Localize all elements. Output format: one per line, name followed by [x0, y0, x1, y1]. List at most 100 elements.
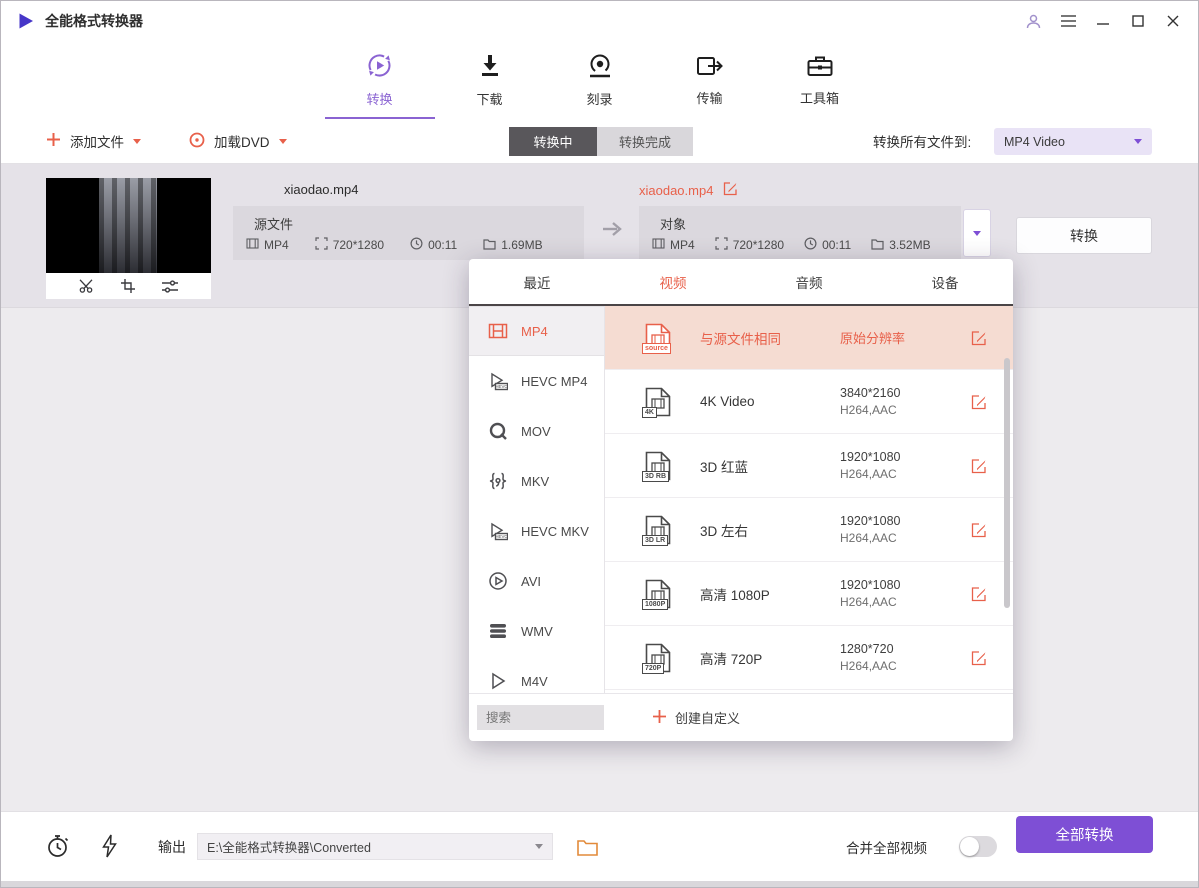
format-film-icon [246, 237, 259, 253]
main-area: xiaodao.mp4 源文件 MP4 720*1280 00:11 1.69M… [1, 164, 1198, 811]
convert-icon [366, 52, 393, 82]
edit-preset-icon[interactable] [971, 650, 987, 666]
filesize-folder-icon [871, 238, 884, 253]
format-list: MP4 HEVC HEVC MP4 MOV MKV [469, 306, 605, 693]
popup-tab-device[interactable]: 设备 [877, 259, 1013, 304]
format-item-mp4[interactable]: MP4 [469, 306, 604, 356]
open-folder-button[interactable] [577, 839, 598, 856]
chevron-down-icon [1134, 139, 1142, 144]
target-format: MP4 [670, 238, 695, 252]
toolbar: 添加文件 加载DVD 转换中 转换完成 转换所有文件到: MP4 Video [1, 119, 1198, 164]
create-custom-button[interactable]: 创建自定义 [653, 694, 740, 741]
format-item-mov[interactable]: MOV [469, 406, 604, 456]
close-button[interactable] [1164, 12, 1182, 30]
nav-tab-toolbox[interactable]: 工具箱 [765, 41, 875, 119]
nav-tab-burn[interactable]: 刻录 [545, 41, 655, 119]
tab-converting[interactable]: 转换中 [509, 127, 597, 156]
nav-label: 工具箱 [800, 88, 839, 107]
preset-row-3d-anaglyph[interactable]: 3D RB 3D 红蓝 1920*1080 H264,AAC [605, 434, 1013, 498]
target-resolution: 720*1280 [733, 238, 784, 252]
merge-toggle[interactable] [959, 836, 997, 857]
tab-converted[interactable]: 转换完成 [597, 127, 693, 156]
format-badge: 4K [642, 407, 657, 418]
format-item-hevc-mp4[interactable]: HEVC HEVC MP4 [469, 356, 604, 406]
nav-tab-download[interactable]: 下载 [435, 41, 545, 119]
rename-edit-icon[interactable] [723, 181, 738, 199]
load-dvd-button[interactable]: 加载DVD [189, 119, 287, 163]
edit-preset-icon[interactable] [971, 586, 987, 602]
popup-tab-recent[interactable]: 最近 [469, 259, 605, 304]
preset-row-hd-720p[interactable]: 720P 高清 720P 1280*720 H264,AAC [605, 626, 1013, 690]
popup-tab-audio[interactable]: 音频 [741, 259, 877, 304]
edit-preset-icon[interactable] [971, 330, 987, 346]
preset-name: 4K Video [700, 394, 840, 409]
popup-tab-video[interactable]: 视频 [605, 259, 741, 304]
add-files-caret-icon[interactable] [133, 139, 141, 144]
format-item-hevc-mkv[interactable]: HEVC HEVC MKV [469, 506, 604, 556]
format-badge: 1080P [642, 599, 668, 610]
schedule-clock-icon[interactable] [45, 834, 70, 859]
transfer-icon [696, 54, 724, 81]
crop-icon[interactable] [121, 279, 135, 293]
format-item-mkv[interactable]: MKV [469, 456, 604, 506]
preset-row-same-as-source[interactable]: source 与源文件相同 原始分辨率 [605, 306, 1013, 370]
chevron-down-icon [973, 231, 981, 236]
effects-sliders-icon[interactable] [162, 280, 178, 293]
format-item-m4v[interactable]: M4V [469, 656, 604, 693]
target-duration: 00:11 [822, 238, 851, 252]
format-item-wmv[interactable]: WMV [469, 606, 604, 656]
minimize-button[interactable] [1094, 12, 1112, 30]
popup-body: MP4 HEVC HEVC MP4 MOV MKV [469, 306, 1013, 693]
burn-disc-icon [587, 53, 613, 82]
format-label: M4V [521, 674, 548, 689]
preset-list: source 与源文件相同 原始分辨率 4K 4K Video 3 [605, 306, 1013, 693]
trim-scissors-icon[interactable] [79, 279, 94, 293]
thumbnail-photo [99, 178, 157, 273]
preset-name: 3D 红蓝 [700, 456, 840, 476]
titlebar: 全能格式转换器 [1, 1, 1198, 41]
global-format-select[interactable]: MP4 Video [994, 128, 1152, 155]
load-dvd-label: 加载DVD [214, 131, 270, 151]
nav-label: 传输 [696, 88, 722, 107]
hevc-play-icon: HEVC [488, 521, 508, 541]
popup-tabs: 最近 视频 音频 设备 [469, 259, 1013, 306]
play-triangle-icon [488, 671, 508, 691]
preset-row-4k-video[interactable]: 4K 4K Video 3840*2160 H264,AAC [605, 370, 1013, 434]
search-input[interactable] [477, 705, 604, 730]
edit-preset-icon[interactable] [971, 458, 987, 474]
nav-label: 转换 [366, 89, 392, 108]
svg-text:HEVC: HEVC [495, 384, 507, 389]
preset-resolution: 3840*2160 [840, 386, 900, 400]
output-path-select[interactable] [197, 833, 553, 860]
duration-clock-icon [410, 237, 423, 253]
output-path-input[interactable] [207, 840, 535, 854]
preset-row-3d-sbs[interactable]: 3D LR 3D 左右 1920*1080 H264,AAC [605, 498, 1013, 562]
titlebar-controls [1024, 12, 1182, 30]
source-specs: MP4 720*1280 00:11 1.69MB [246, 237, 543, 253]
circled-play-icon [488, 571, 508, 591]
convert-all-to-label: 转换所有文件到: [873, 119, 971, 163]
maximize-button[interactable] [1129, 12, 1147, 30]
account-icon[interactable] [1024, 12, 1042, 30]
nav-tab-transfer[interactable]: 传输 [655, 41, 765, 119]
add-files-label: 添加文件 [70, 131, 124, 151]
high-speed-bolt-icon[interactable] [102, 834, 117, 858]
convert-all-button[interactable]: 全部转换 [1016, 816, 1153, 853]
nav-label: 下载 [476, 89, 502, 108]
load-dvd-caret-icon[interactable] [279, 139, 287, 144]
edit-preset-icon[interactable] [971, 394, 987, 410]
format-item-avi[interactable]: AVI [469, 556, 604, 606]
video-thumbnail [46, 178, 211, 273]
nav-tab-convert[interactable]: 转换 [325, 41, 435, 119]
target-label: 对象 [660, 214, 686, 233]
preset-row-hd-1080p[interactable]: 1080P 高清 1080P 1920*1080 H264,AAC [605, 562, 1013, 626]
convert-file-button[interactable]: 转换 [1016, 217, 1152, 254]
target-format-dropdown-button[interactable] [963, 209, 991, 257]
mp4-film-icon [488, 321, 508, 341]
add-files-button[interactable]: 添加文件 [46, 119, 141, 163]
popup-scrollbar-thumb[interactable] [1004, 358, 1010, 608]
menu-icon[interactable] [1059, 12, 1077, 30]
edit-preset-icon[interactable] [971, 522, 987, 538]
app-window: 全能格式转换器 [0, 0, 1199, 888]
popup-footer: 创建自定义 [469, 693, 1013, 741]
